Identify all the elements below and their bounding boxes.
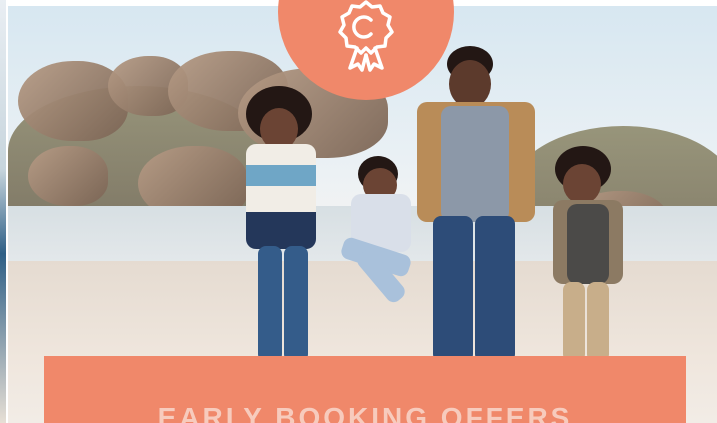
banner-title: EARLY BOOKING OFFERS — [157, 402, 573, 423]
boulder — [28, 146, 108, 206]
rosette-award-icon — [338, 0, 394, 72]
award-badge — [278, 0, 454, 100]
page-edge-strip — [0, 0, 6, 423]
early-booking-banner[interactable]: EARLY BOOKING OFFERS — [44, 356, 686, 423]
